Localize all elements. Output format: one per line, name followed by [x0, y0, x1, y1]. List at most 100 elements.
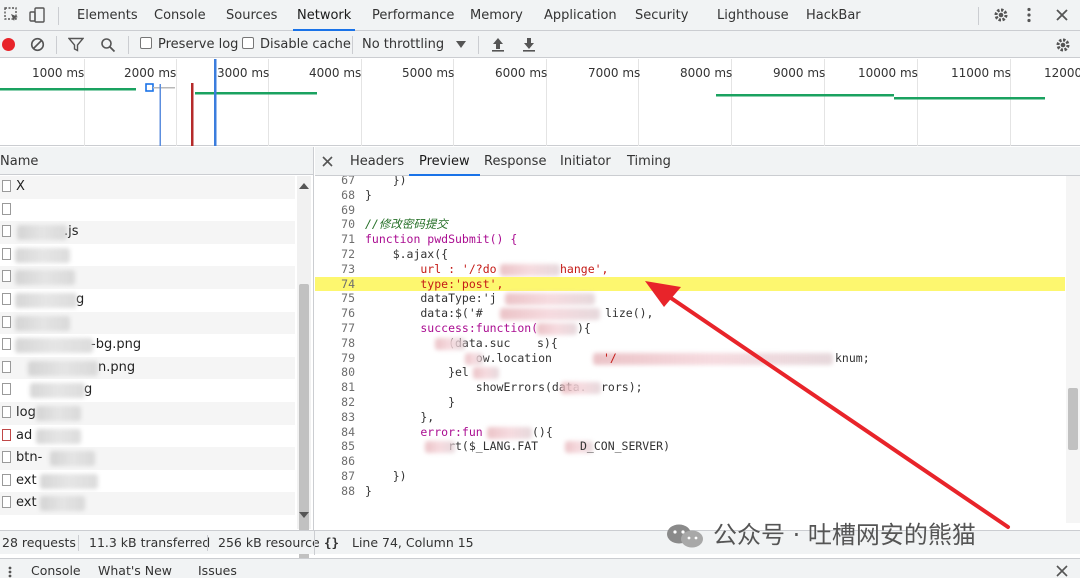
code-text: '/ [603, 350, 617, 365]
checkbox-box[interactable] [242, 37, 254, 49]
network-toolbar: Preserve log Disable cache No throttling [0, 31, 1080, 58]
filter-icon[interactable] [68, 37, 84, 52]
separator [352, 36, 353, 54]
code-line: 76 data:$('# lize(), [315, 306, 1065, 321]
separator [314, 531, 315, 555]
code-text: }) [365, 176, 407, 187]
preserve-log-checkbox[interactable]: Preserve log [140, 31, 238, 58]
tab-performance[interactable]: Performance [372, 0, 454, 31]
devtools-tabbar: Elements Console Sources Network Perform… [0, 0, 1080, 31]
pretty-print-button[interactable]: {} [324, 531, 339, 555]
drawer-tab-issues[interactable]: Issues [198, 559, 237, 578]
transferred-size: 11.3 kB transferred [89, 535, 211, 550]
checkbox-box[interactable] [140, 37, 152, 49]
scroll-down-arrow-icon[interactable] [299, 512, 309, 518]
code-text: function pwdSubmit() { [365, 232, 518, 247]
redaction-blur [40, 496, 85, 512]
tab-sources[interactable]: Sources [226, 0, 277, 31]
clear-icon[interactable] [30, 37, 45, 52]
tab-console[interactable]: Console [154, 0, 206, 31]
redaction-blur [537, 323, 577, 335]
separator [207, 535, 208, 551]
request-name: ext [16, 472, 37, 488]
tab-hackbar[interactable]: HackBar [806, 0, 861, 31]
tab-timing[interactable]: Timing [627, 147, 671, 176]
code-line: 78 (data.suc s){ [315, 336, 1065, 351]
request-row[interactable] [0, 244, 295, 267]
line-number: 70 [341, 217, 355, 232]
export-har-icon[interactable] [522, 37, 536, 52]
tab-headers[interactable]: Headers [350, 147, 404, 176]
code-text: knum; [835, 350, 870, 365]
close-detail-icon[interactable] [322, 156, 333, 167]
line-number: 69 [341, 202, 355, 217]
file-icon [2, 225, 11, 238]
preview-scroll-thumb[interactable] [1068, 388, 1078, 450]
name-column-header[interactable]: Name [0, 147, 313, 175]
line-number: 75 [341, 291, 355, 306]
redaction-blur [36, 405, 81, 421]
device-toolbar-icon[interactable] [28, 6, 46, 24]
disable-cache-checkbox[interactable]: Disable cache [242, 31, 351, 58]
redaction-blur [15, 270, 75, 286]
request-name: -bg.png [91, 337, 142, 353]
request-row[interactable]: ext [0, 470, 295, 493]
code-text: lize(), [605, 306, 654, 321]
tab-application[interactable]: Application [544, 0, 617, 31]
request-list: X .js g -bg.png n.png g log ad btn- ext … [0, 176, 295, 515]
tab-preview[interactable]: Preview [409, 147, 480, 176]
request-row[interactable]: g [0, 379, 295, 402]
request-list-pane: Name X .js g -bg.png n.png g log ad btn-… [0, 147, 314, 578]
code-line: 68} [315, 188, 1065, 203]
tab-lighthouse[interactable]: Lighthouse [717, 0, 789, 31]
response-preview-code[interactable]: 67 }) 68} 69 70 //修改密码提交 71 function pwdSu… [315, 176, 1065, 523]
request-row[interactable]: g [0, 289, 295, 312]
preview-scrollbar[interactable] [1066, 176, 1080, 523]
code-line: 81 showErrors(data. rors); [315, 380, 1065, 395]
search-icon[interactable] [100, 37, 116, 53]
request-row[interactable]: n.png [0, 356, 295, 380]
tab-security[interactable]: Security [635, 0, 688, 31]
tab-network[interactable]: Network [292, 0, 356, 31]
line-number: 73 [341, 261, 355, 276]
throttling-select[interactable]: No throttling [362, 31, 444, 58]
request-row[interactable]: btn- [0, 447, 295, 470]
tab-elements[interactable]: Elements [77, 0, 138, 31]
drawer-tab-console[interactable]: Console [31, 559, 81, 578]
record-icon[interactable] [1, 37, 16, 52]
request-row[interactable]: log [0, 401, 295, 425]
import-har-icon[interactable] [491, 37, 505, 52]
request-row[interactable]: ad [0, 425, 295, 448]
request-row[interactable]: .js [0, 221, 295, 244]
redaction-blur [28, 360, 98, 376]
chevron-down-icon[interactable] [456, 41, 466, 48]
close-devtools-icon[interactable] [1053, 6, 1071, 24]
drawer-menu-icon[interactable] [8, 566, 12, 578]
request-name: ad [16, 427, 33, 443]
request-row[interactable] [0, 199, 295, 222]
line-number: 78 [341, 335, 355, 350]
line-number: 68 [341, 187, 355, 202]
scroll-up-arrow-icon[interactable] [299, 183, 309, 189]
inspect-element-icon[interactable] [3, 6, 21, 24]
network-overview-timeline[interactable]: 1000 ms 2000 ms 3000 ms 4000 ms 5000 ms … [0, 59, 1080, 146]
waterfall-marker [145, 83, 154, 92]
tab-response[interactable]: Response [484, 147, 546, 176]
request-row[interactable]: X [0, 176, 295, 199]
request-name: X [16, 179, 25, 194]
tab-memory[interactable]: Memory [470, 0, 523, 31]
request-count: 28 requests [2, 535, 76, 550]
request-row[interactable]: -bg.png [0, 334, 295, 357]
more-options-icon[interactable] [1020, 6, 1038, 24]
request-row[interactable]: ext [0, 492, 295, 515]
line-number: 84 [341, 424, 355, 439]
waterfall-bar [195, 92, 317, 95]
network-settings-gear-icon[interactable] [1054, 36, 1072, 54]
redaction-blur [465, 352, 483, 365]
request-row[interactable] [0, 266, 295, 289]
settings-gear-icon[interactable] [992, 6, 1010, 24]
close-drawer-icon[interactable] [1056, 565, 1068, 577]
drawer-tab-whats-new[interactable]: What's New [98, 559, 172, 578]
tab-initiator[interactable]: Initiator [560, 147, 611, 176]
request-row[interactable] [0, 311, 295, 335]
